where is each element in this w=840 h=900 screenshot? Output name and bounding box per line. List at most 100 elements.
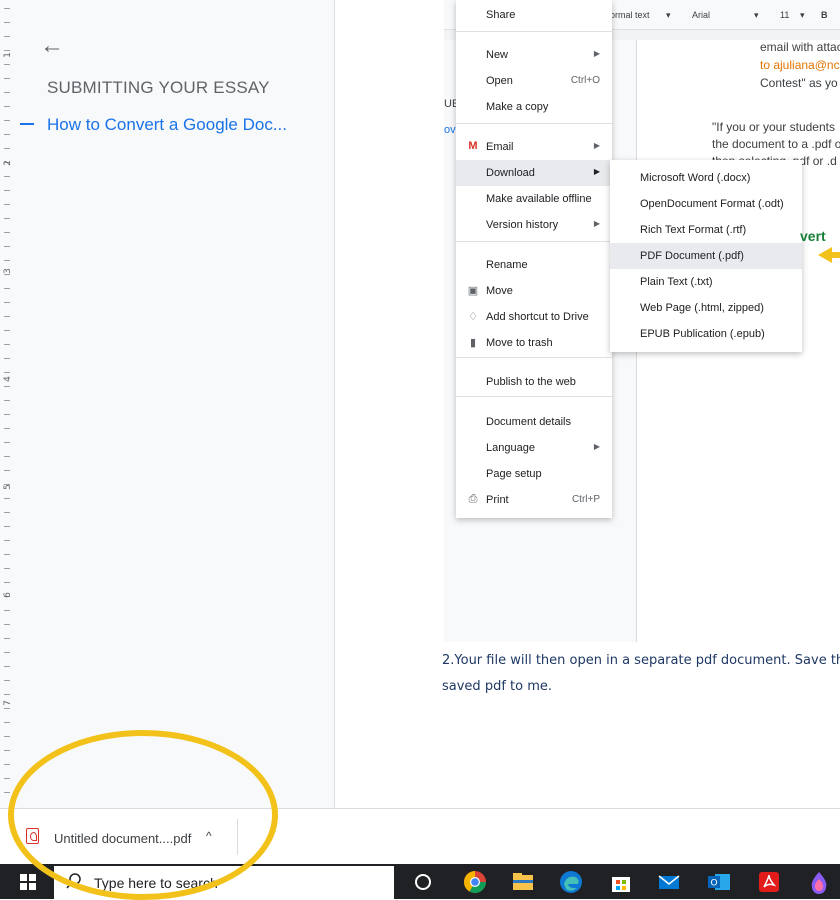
ruler-tick <box>4 218 10 219</box>
ruler-tick <box>4 442 10 443</box>
ruler-tick <box>4 512 10 513</box>
document-outline: ← SUBMITTING YOUR ESSAY How to Convert a… <box>18 0 335 808</box>
menu-item-email[interactable]: M Email ▶ <box>456 134 612 160</box>
page-line: to ajuliana@nc <box>760 58 840 72</box>
chrome-icon[interactable] <box>462 869 488 895</box>
acrobat-icon[interactable] <box>756 869 782 895</box>
menu-item-document-details[interactable]: Document details <box>456 409 612 435</box>
ruler-tick <box>4 344 10 345</box>
download-option-label: EPUB Publication (.epub) <box>640 328 765 340</box>
outlook-icon[interactable]: O <box>706 869 732 895</box>
ruler-tick <box>4 694 10 695</box>
mail-icon[interactable] <box>656 869 682 895</box>
store-icon[interactable] <box>608 869 634 895</box>
bold-icon: B <box>821 10 828 20</box>
instruction-paragraph: 2.Your file will then open in a separate… <box>442 648 840 700</box>
download-item[interactable]: Untitled document....pdf ^ <box>16 819 238 855</box>
gmail-icon: M <box>468 140 478 152</box>
menu-item-label: Move <box>486 285 513 297</box>
ruler-tick <box>4 582 10 583</box>
ruler-tick <box>4 428 10 429</box>
ruler-tick <box>4 666 10 667</box>
menu-item-label: Page setup <box>486 468 542 480</box>
ruler-tick <box>4 638 10 639</box>
convert-heading-fragment: vert <box>800 228 826 244</box>
menu-separator <box>456 357 612 358</box>
edge-icon[interactable] <box>558 869 584 895</box>
paint-drop-icon[interactable] <box>806 869 832 895</box>
menu-separator <box>456 31 612 32</box>
menu-item-open[interactable]: Open Ctrl+O <box>456 68 612 94</box>
style-select: ormal text <box>610 10 650 20</box>
menu-item-label: Print <box>486 494 509 506</box>
ruler-tick <box>4 526 10 527</box>
download-option-label: Plain Text (.txt) <box>640 276 713 288</box>
menu-item-language[interactable]: Language ▶ <box>456 435 612 461</box>
font-select: Arial <box>692 10 711 20</box>
ruler-tick <box>4 400 10 401</box>
menu-item-make-a-copy[interactable]: Make a copy <box>456 94 612 120</box>
ruler-tick <box>4 232 10 233</box>
ruler-number: 7 <box>2 700 13 706</box>
download-option-microsoft-word-docx[interactable]: Microsoft Word (.docx) <box>610 165 802 191</box>
ruler-tick <box>4 358 10 359</box>
ruler-tick <box>4 750 10 751</box>
file-explorer-icon[interactable] <box>510 869 536 895</box>
menu-item-label: Document details <box>486 416 571 428</box>
menu-item-print[interactable]: ⎙ Print Ctrl+P <box>456 487 612 513</box>
submenu-arrow-icon: ▶ <box>593 219 600 228</box>
start-button[interactable] <box>0 864 54 899</box>
menu-item-page-setup[interactable]: Page setup <box>456 461 612 487</box>
ruler-tick <box>4 792 10 793</box>
menu-item-label: Download <box>486 167 535 179</box>
menu-item-label: Make a copy <box>486 101 549 113</box>
menu-item-publish-to-the-web[interactable]: Publish to the web <box>456 369 612 395</box>
style-dropdown-icon: ▾ <box>666 10 671 20</box>
task-view-icon[interactable] <box>410 869 436 895</box>
ruler-tick <box>4 722 10 723</box>
ruler-tick <box>4 414 10 415</box>
menu-item-version-history[interactable]: Version history ▶ <box>456 212 612 238</box>
chevron-up-icon[interactable]: ^ <box>206 829 212 843</box>
download-option-plain-text-txt[interactable]: Plain Text (.txt) <box>610 269 802 295</box>
menu-item-new[interactable]: New ▶ <box>456 42 612 68</box>
menu-item-share[interactable]: Share <box>456 2 612 28</box>
ruler-tick <box>4 22 10 23</box>
download-option-rich-text-format-rtf[interactable]: Rich Text Format (.rtf) <box>610 217 802 243</box>
download-option-opendocument-format-odt[interactable]: OpenDocument Format (.odt) <box>610 191 802 217</box>
menu-item-move[interactable]: ▣ Move <box>456 278 612 304</box>
ruler-number: 4 <box>2 376 13 382</box>
arrow-pointer-icon <box>818 247 840 263</box>
page-line: Contest" as yo <box>760 76 838 90</box>
taskbar-search[interactable]: Type here to search <box>54 866 394 899</box>
move-folder-icon: ▣ <box>467 285 479 297</box>
menu-item-rename[interactable]: Rename <box>456 252 612 278</box>
ruler-tick <box>4 624 10 625</box>
paragraph-line: saved pdf to me. <box>442 679 553 694</box>
trash-icon: ▮ <box>469 337 477 349</box>
submenu-arrow-icon: ▶ <box>593 49 600 58</box>
menu-separator <box>456 396 612 397</box>
printer-icon: ⎙ <box>468 493 478 505</box>
menu-item-add-shortcut-to-drive[interactable]: ♢ Add shortcut to Drive <box>456 304 612 330</box>
download-option-web-page-html-zipped[interactable]: Web Page (.html, zipped) <box>610 295 802 321</box>
ruler-tick <box>4 470 10 471</box>
ruler-tick <box>4 8 10 9</box>
outline-heading[interactable]: SUBMITTING YOUR ESSAY <box>47 78 270 98</box>
download-option-pdf-document-pdf[interactable]: PDF Document (.pdf) <box>610 243 802 269</box>
vertical-ruler: 1 2 3 4 5 6 7 <box>0 0 18 808</box>
menu-shortcut: Ctrl+P <box>571 494 600 505</box>
page-line: email with attac <box>760 40 840 54</box>
arrow-left-icon[interactable]: ← <box>40 32 64 60</box>
file-menu: Share New ▶ Open Ctrl+O Make a copy M Email ▶ Dow… <box>456 0 612 518</box>
download-option-epub-publication-epub[interactable]: EPUB Publication (.epub) <box>610 321 802 347</box>
menu-item-move-to-trash[interactable]: ▮ Move to trash <box>456 330 612 356</box>
outline-subheading[interactable]: How to Convert a Google Doc... <box>47 115 287 135</box>
menu-item-label: Rename <box>486 259 528 271</box>
menu-shortcut: Ctrl+O <box>570 75 600 86</box>
ruler-tick <box>4 120 10 121</box>
ruler-tick <box>4 106 10 107</box>
menu-item-make-available-offline[interactable]: Make available offline <box>456 186 612 212</box>
menu-item-download[interactable]: Download ▶ <box>456 160 612 186</box>
svg-text:O: O <box>710 879 717 889</box>
